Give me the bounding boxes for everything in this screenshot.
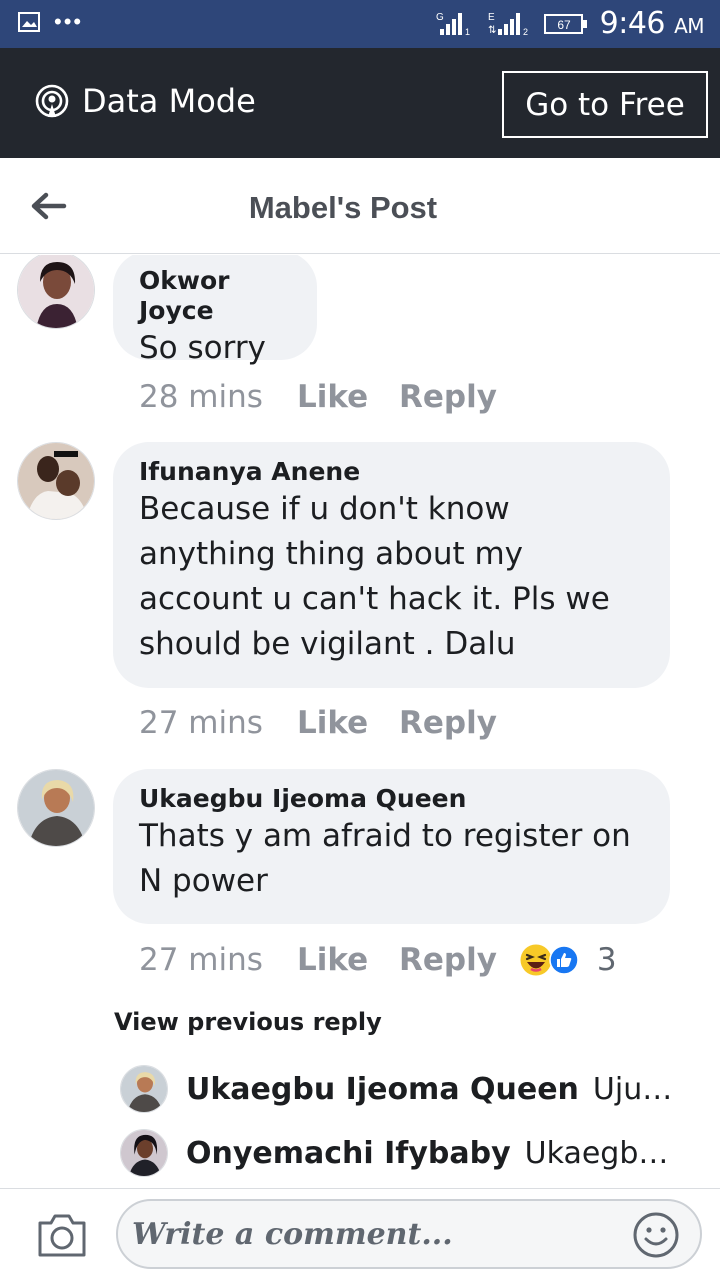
svg-text:⇅: ⇅ — [488, 25, 496, 36]
reply-author[interactable]: Ukaegbu Ijeoma Queen — [186, 1072, 579, 1107]
comment-bubble[interactable]: Ukaegbu Ijeoma Queen Thats y am afraid t… — [113, 769, 670, 924]
comment-text: Because if u don't know anything thing a… — [139, 491, 610, 662]
comment-input[interactable] — [132, 1209, 612, 1259]
svg-text:1: 1 — [465, 27, 470, 37]
haha-icon — [520, 944, 552, 976]
notification-icons: ••• — [18, 9, 84, 34]
gallery-notification-icon — [18, 12, 40, 32]
reply-button[interactable]: Reply — [399, 705, 497, 741]
comment-actions: 27 mins Like Reply 3 — [139, 942, 617, 978]
reaction-count[interactable]: 3 — [597, 942, 617, 978]
reply-button[interactable]: Reply — [399, 379, 497, 415]
comment-actions: 28 mins Like Reply — [139, 379, 497, 415]
svg-text:E: E — [488, 12, 495, 23]
comment-text: So sorry — [139, 330, 266, 366]
comment-author[interactable]: Ifunanya Anene — [139, 457, 644, 487]
comment-bubble[interactable]: Ifunanya Anene Because if u don't know a… — [113, 442, 670, 688]
view-previous-reply-link[interactable]: View previous reply — [114, 1008, 382, 1036]
avatar[interactable] — [17, 255, 95, 329]
comment-time[interactable]: 28 mins — [139, 379, 297, 415]
reactions-summary[interactable]: 3 — [519, 942, 617, 978]
like-button[interactable]: Like — [297, 942, 399, 978]
comment-composer — [0, 1188, 720, 1280]
signal-sim1-icon: G 1 — [436, 12, 470, 37]
comments-list[interactable]: Okwor Joyce So sorry 28 mins Like Reply … — [0, 255, 720, 1187]
svg-text:67: 67 — [557, 18, 571, 32]
data-mode-indicator: Data Mode — [34, 82, 256, 120]
reply-button[interactable]: Reply — [399, 942, 497, 978]
like-reaction-icon — [549, 945, 579, 975]
avatar[interactable] — [17, 442, 95, 520]
reply-text: Uju M... — [592, 1071, 680, 1107]
status-bar: ••• G 1 E ⇅ 2 67 9:46 AM — [0, 0, 720, 48]
like-button[interactable]: Like — [297, 379, 399, 415]
battery-icon: 67 — [543, 13, 587, 34]
avatar[interactable] — [120, 1065, 168, 1113]
reply-preview[interactable]: Ukaegbu Ijeoma Queen Uju M... — [120, 1065, 680, 1113]
reply-preview[interactable]: Onyemachi Ifybaby Ukaegbu Ij... — [120, 1129, 680, 1177]
avatar[interactable] — [120, 1129, 168, 1177]
reply-text: Ukaegbu Ij... — [524, 1135, 680, 1171]
comment-time[interactable]: 27 mins — [139, 942, 297, 978]
comment-text: Thats y am afraid to register on N power — [139, 818, 631, 899]
system-icons: G 1 E ⇅ 2 67 9:46 AM — [436, 6, 705, 41]
svg-text:2: 2 — [523, 27, 528, 37]
post-header: Mabel's Post — [0, 158, 720, 254]
svg-text:G: G — [436, 12, 444, 23]
like-button[interactable]: Like — [297, 705, 399, 741]
reply-author[interactable]: Onyemachi Ifybaby — [186, 1136, 511, 1171]
signal-sim2-icon: E ⇅ 2 — [488, 12, 528, 37]
avatar[interactable] — [17, 769, 95, 847]
comment-author[interactable]: Okwor Joyce — [139, 266, 291, 326]
comment-input-wrapper[interactable] — [116, 1199, 702, 1269]
clock: 9:46 AM — [599, 6, 705, 41]
data-mode-label: Data Mode — [82, 82, 256, 120]
page-title: Mabel's Post — [248, 190, 438, 225]
emoji-icon[interactable] — [632, 1211, 680, 1259]
comment-actions: 27 mins Like Reply — [139, 705, 497, 741]
comment-author[interactable]: Ukaegbu Ijeoma Queen — [139, 784, 644, 814]
camera-icon[interactable] — [36, 1211, 88, 1259]
comment-time[interactable]: 27 mins — [139, 705, 297, 741]
comment-bubble[interactable]: Okwor Joyce So sorry — [113, 255, 317, 366]
broadcast-icon — [35, 84, 69, 118]
go-to-free-button[interactable]: Go to Free — [502, 71, 708, 138]
data-mode-bar: Data Mode Go to Free — [0, 48, 720, 158]
more-notifications-icon: ••• — [54, 9, 84, 34]
